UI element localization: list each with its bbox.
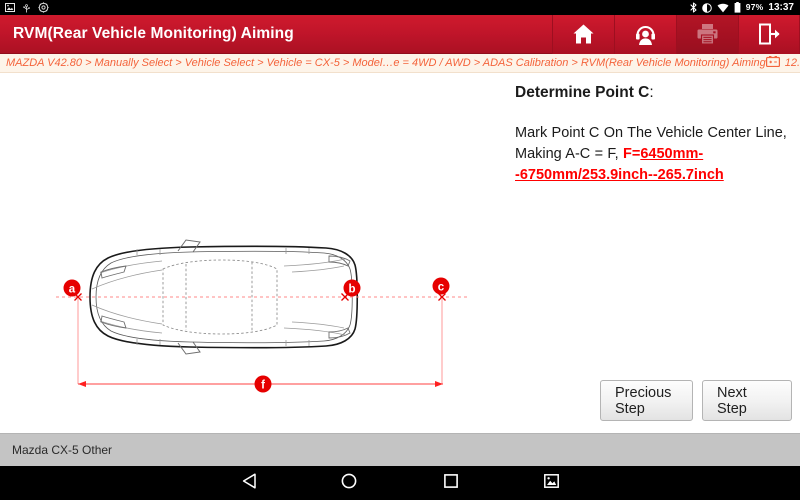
settings-gear-icon [38, 2, 49, 13]
battery-icon [734, 2, 741, 13]
home-button[interactable] [552, 14, 614, 54]
svg-text:b: b [348, 283, 355, 295]
voltage-label: 12.52V [784, 56, 800, 69]
vehicle-top-view-aiming-diagram: a b c f [0, 73, 505, 433]
instruction-body-line1: Mark Point C On The Vehicle Center Line, [515, 125, 787, 141]
android-status-bar: 97% 13:37 [0, 0, 800, 15]
nav-home-button[interactable] [332, 466, 366, 500]
clock-label: 13:37 [768, 2, 794, 13]
bluetooth-icon [690, 2, 697, 13]
marker-badge-b: b [343, 279, 361, 297]
tablet-screen: 97% 13:37 RVM(Rear Vehicle Monitoring) A… [0, 0, 800, 500]
android-nav-bar [0, 466, 800, 500]
marker-badge-f: f [254, 375, 272, 393]
breadcrumb: MAZDA V42.80 > Manually Select > Vehicle… [0, 54, 800, 73]
nav-recents-button[interactable] [434, 466, 468, 500]
breadcrumb-path[interactable]: MAZDA V42.80 > Manually Select > Vehicle… [0, 54, 766, 72]
status-bar-right-icons: 97% 13:37 [690, 0, 800, 15]
screenshot-icon [543, 473, 559, 493]
exit-icon [758, 23, 781, 45]
support-button[interactable] [614, 14, 676, 54]
svg-text:f: f [261, 379, 265, 391]
instruction-pane: Determine Point C: Mark Point C On The V… [505, 73, 800, 433]
home-icon [572, 23, 595, 45]
diagram-pane: a b c f [0, 73, 505, 433]
page-title: RVM(Rear Vehicle Monitoring) Aiming [13, 25, 294, 42]
instruction-heading-text: Determine Point C [515, 84, 650, 101]
wifi-icon [717, 3, 729, 13]
previous-step-button[interactable]: Precious Step [600, 380, 693, 421]
printer-icon [696, 23, 719, 45]
instruction-body: Mark Point C On The Vehicle Center Line,… [515, 123, 788, 186]
vehicle-info-label: Mazda CX-5 Other [12, 442, 113, 457]
screenshot-icon [5, 3, 15, 12]
marker-badge-c: c [432, 277, 450, 295]
exit-button[interactable] [738, 14, 800, 54]
status-bar-left-icons [0, 2, 49, 13]
next-step-button[interactable]: Next Step [702, 380, 792, 421]
instruction-heading: Determine Point C: [515, 83, 788, 103]
instruction-heading-colon: : [649, 84, 654, 101]
marker-badge-a: a [63, 279, 81, 297]
print-button[interactable] [676, 14, 738, 54]
vehicle-status-bar: Mazda CX-5 Other [0, 433, 800, 466]
breadcrumb-voltage-group: 12.52V [765, 54, 800, 72]
triangle-back-icon [242, 472, 257, 494]
instruction-body-line2-prefix: Making A-C = F, [515, 146, 623, 162]
svg-text:a: a [69, 283, 76, 295]
nav-back-button[interactable] [232, 466, 266, 500]
app-title-bar: RVM(Rear Vehicle Monitoring) Aiming [0, 14, 800, 54]
battery-percent-label: 97% [745, 2, 764, 12]
usb-debug-icon [22, 3, 31, 13]
main-content: a b c f Determine Point C: Mark Point C … [0, 73, 800, 433]
car-battery-icon [765, 54, 780, 72]
square-recents-icon [444, 473, 458, 493]
svg-text:c: c [438, 281, 445, 293]
circle-home-icon [341, 473, 357, 494]
nav-screenshot-button[interactable] [534, 466, 568, 500]
instruction-emphasis-prefix: F= [622, 146, 641, 162]
toolbar [552, 14, 800, 54]
brightness-icon [701, 2, 712, 13]
headset-icon [634, 23, 657, 46]
